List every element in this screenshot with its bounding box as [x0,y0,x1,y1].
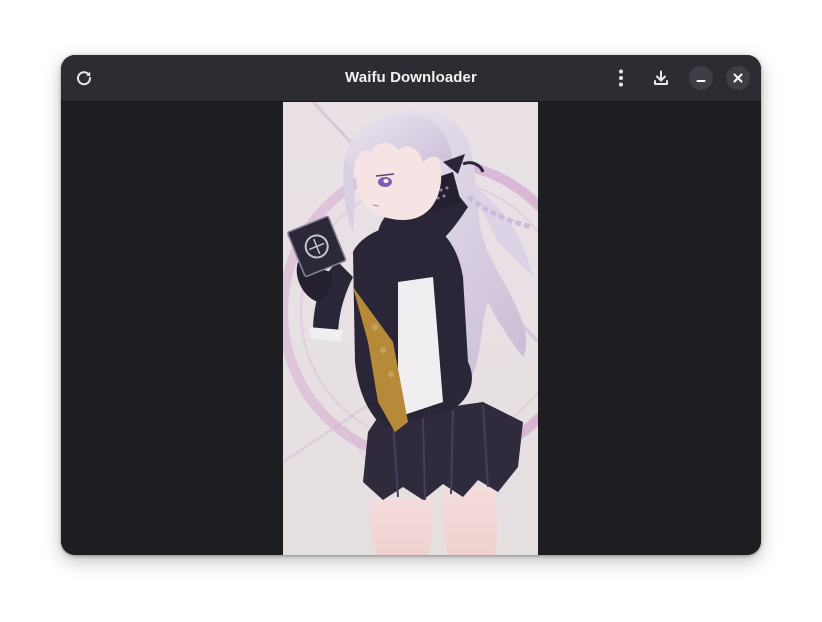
headerbar: Waifu Downloader [61,55,761,102]
download-icon [654,70,668,85]
image-viewer [61,102,761,555]
anime-girl-illustration [283,102,538,555]
menu-button[interactable] [605,62,637,94]
download-button[interactable] [645,62,677,94]
minimize-button[interactable] [689,66,713,90]
minimize-icon [696,80,706,82]
app-window: Waifu Downloader [61,55,761,555]
close-button[interactable] [726,66,750,90]
more-vertical-icon [619,69,623,87]
close-icon [733,73,743,83]
waifu-image [283,102,538,555]
